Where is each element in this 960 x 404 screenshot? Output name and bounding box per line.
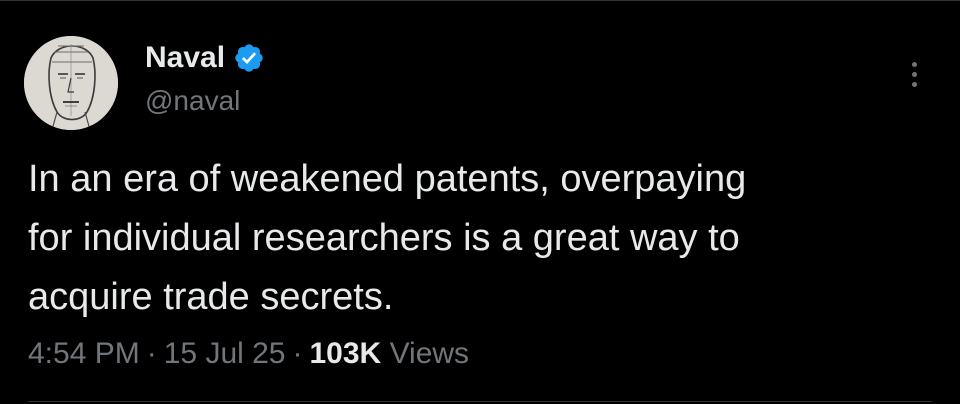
tweet-author: Naval @naval bbox=[145, 40, 265, 118]
meta-separator: · bbox=[292, 337, 303, 370]
name-row: Naval bbox=[145, 40, 265, 76]
more-options-button[interactable] bbox=[896, 54, 932, 94]
display-name[interactable]: Naval bbox=[145, 40, 225, 76]
more-vertical-icon bbox=[911, 81, 917, 87]
verified-badge-icon[interactable] bbox=[233, 42, 265, 74]
views-count[interactable]: 103K bbox=[310, 337, 382, 370]
tweet-date[interactable]: 15 Jul 25 bbox=[164, 337, 286, 370]
bottom-divider bbox=[28, 401, 932, 402]
sketch-portrait-icon bbox=[24, 36, 118, 130]
tweet-meta: 4:54 PM · 15 Jul 25 · 103K Views bbox=[28, 334, 469, 374]
handle[interactable]: @naval bbox=[145, 84, 265, 118]
more-vertical-icon bbox=[911, 61, 917, 67]
tweet-time[interactable]: 4:54 PM bbox=[28, 337, 140, 370]
views-label: Views bbox=[389, 337, 470, 370]
top-divider bbox=[0, 0, 960, 1]
meta-separator: · bbox=[146, 337, 157, 370]
tweet-text: In an era of weakened patents, overpayin… bbox=[28, 158, 747, 318]
more-vertical-icon bbox=[911, 71, 917, 77]
avatar[interactable] bbox=[24, 36, 118, 130]
